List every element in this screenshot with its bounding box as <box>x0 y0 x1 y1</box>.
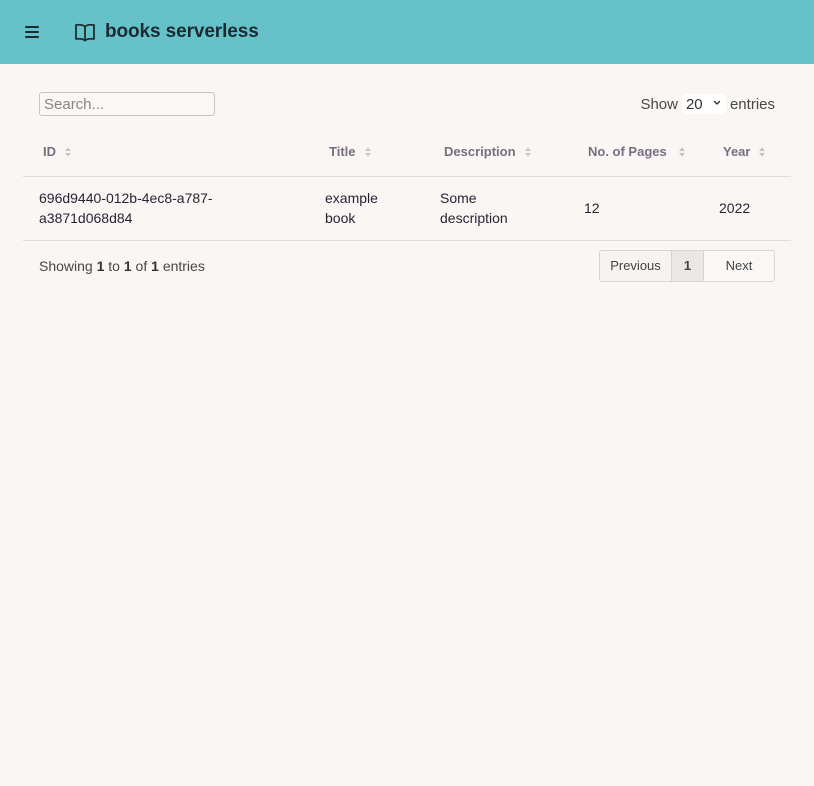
previous-page-button[interactable]: Previous <box>600 251 672 281</box>
cell-year: 2022 <box>707 176 791 241</box>
info-to-label: to <box>108 258 120 274</box>
column-label: Description <box>444 143 516 159</box>
search-input[interactable] <box>39 92 215 116</box>
next-page-button[interactable]: Next <box>704 251 774 281</box>
column-label: Year <box>723 143 751 159</box>
cell-text: 12 <box>584 200 600 216</box>
cell-text: description <box>440 210 508 226</box>
column-label: Title <box>329 143 356 159</box>
app-header: books serverless <box>0 0 814 64</box>
sort-icon <box>65 147 71 157</box>
table-header-row: ID Title Description No. of Pages Year <box>23 128 791 177</box>
info-showing: Showing <box>39 258 93 274</box>
cell-text: 696d9440-012b-4ec8-a787- <box>39 190 213 206</box>
column-header-year[interactable]: Year <box>707 128 791 177</box>
cell-title: example book <box>313 176 428 241</box>
hamburger-menu-icon[interactable] <box>22 22 42 42</box>
column-header-description[interactable]: Description <box>428 128 572 177</box>
page-1-button[interactable]: 1 <box>672 251 704 281</box>
info-total: 1 <box>151 258 159 274</box>
cell-description: Some description <box>428 176 572 241</box>
cell-text: a3871d068d84 <box>39 210 133 226</box>
column-header-title[interactable]: Title <box>313 128 428 177</box>
info-to: 1 <box>123 258 132 274</box>
sort-icon <box>524 147 531 157</box>
sort-icon <box>679 147 685 157</box>
sort-icon <box>759 147 766 157</box>
entries-label: entries <box>729 95 775 113</box>
pagination: Previous 1 Next <box>599 250 775 282</box>
info-from: 1 <box>96 258 105 274</box>
books-table: ID Title Description No. of Pages Year 6… <box>23 128 791 241</box>
page-size-value: 20 <box>685 95 703 113</box>
cell-id: 696d9440-012b-4ec8-a787- a3871d068d84 <box>23 176 313 241</box>
column-header-pages[interactable]: No. of Pages <box>572 128 707 177</box>
app-title: books serverless <box>105 21 259 42</box>
sort-icon <box>364 147 371 157</box>
cell-pages: 12 <box>572 176 707 241</box>
cell-text: book <box>325 210 356 226</box>
chevron-down-icon <box>713 100 721 105</box>
table-info: Showing 1 to 1 of 1 entries <box>39 258 205 274</box>
cell-text: example <box>325 190 378 206</box>
open-book-icon <box>75 23 95 42</box>
column-label: No. of Pages <box>588 143 667 159</box>
cell-text: Some <box>440 190 477 206</box>
info-entries-label: entries <box>162 258 205 274</box>
cell-text: 2022 <box>719 200 751 216</box>
page-size-control: Show 20 entries <box>640 93 775 115</box>
column-header-id[interactable]: ID <box>23 128 313 177</box>
info-of-label: of <box>135 258 148 274</box>
column-label: ID <box>43 143 56 159</box>
table-row[interactable]: 696d9440-012b-4ec8-a787- a3871d068d84 ex… <box>23 176 791 241</box>
page-size-select[interactable]: 20 <box>681 94 726 114</box>
show-label: Show <box>640 95 678 113</box>
